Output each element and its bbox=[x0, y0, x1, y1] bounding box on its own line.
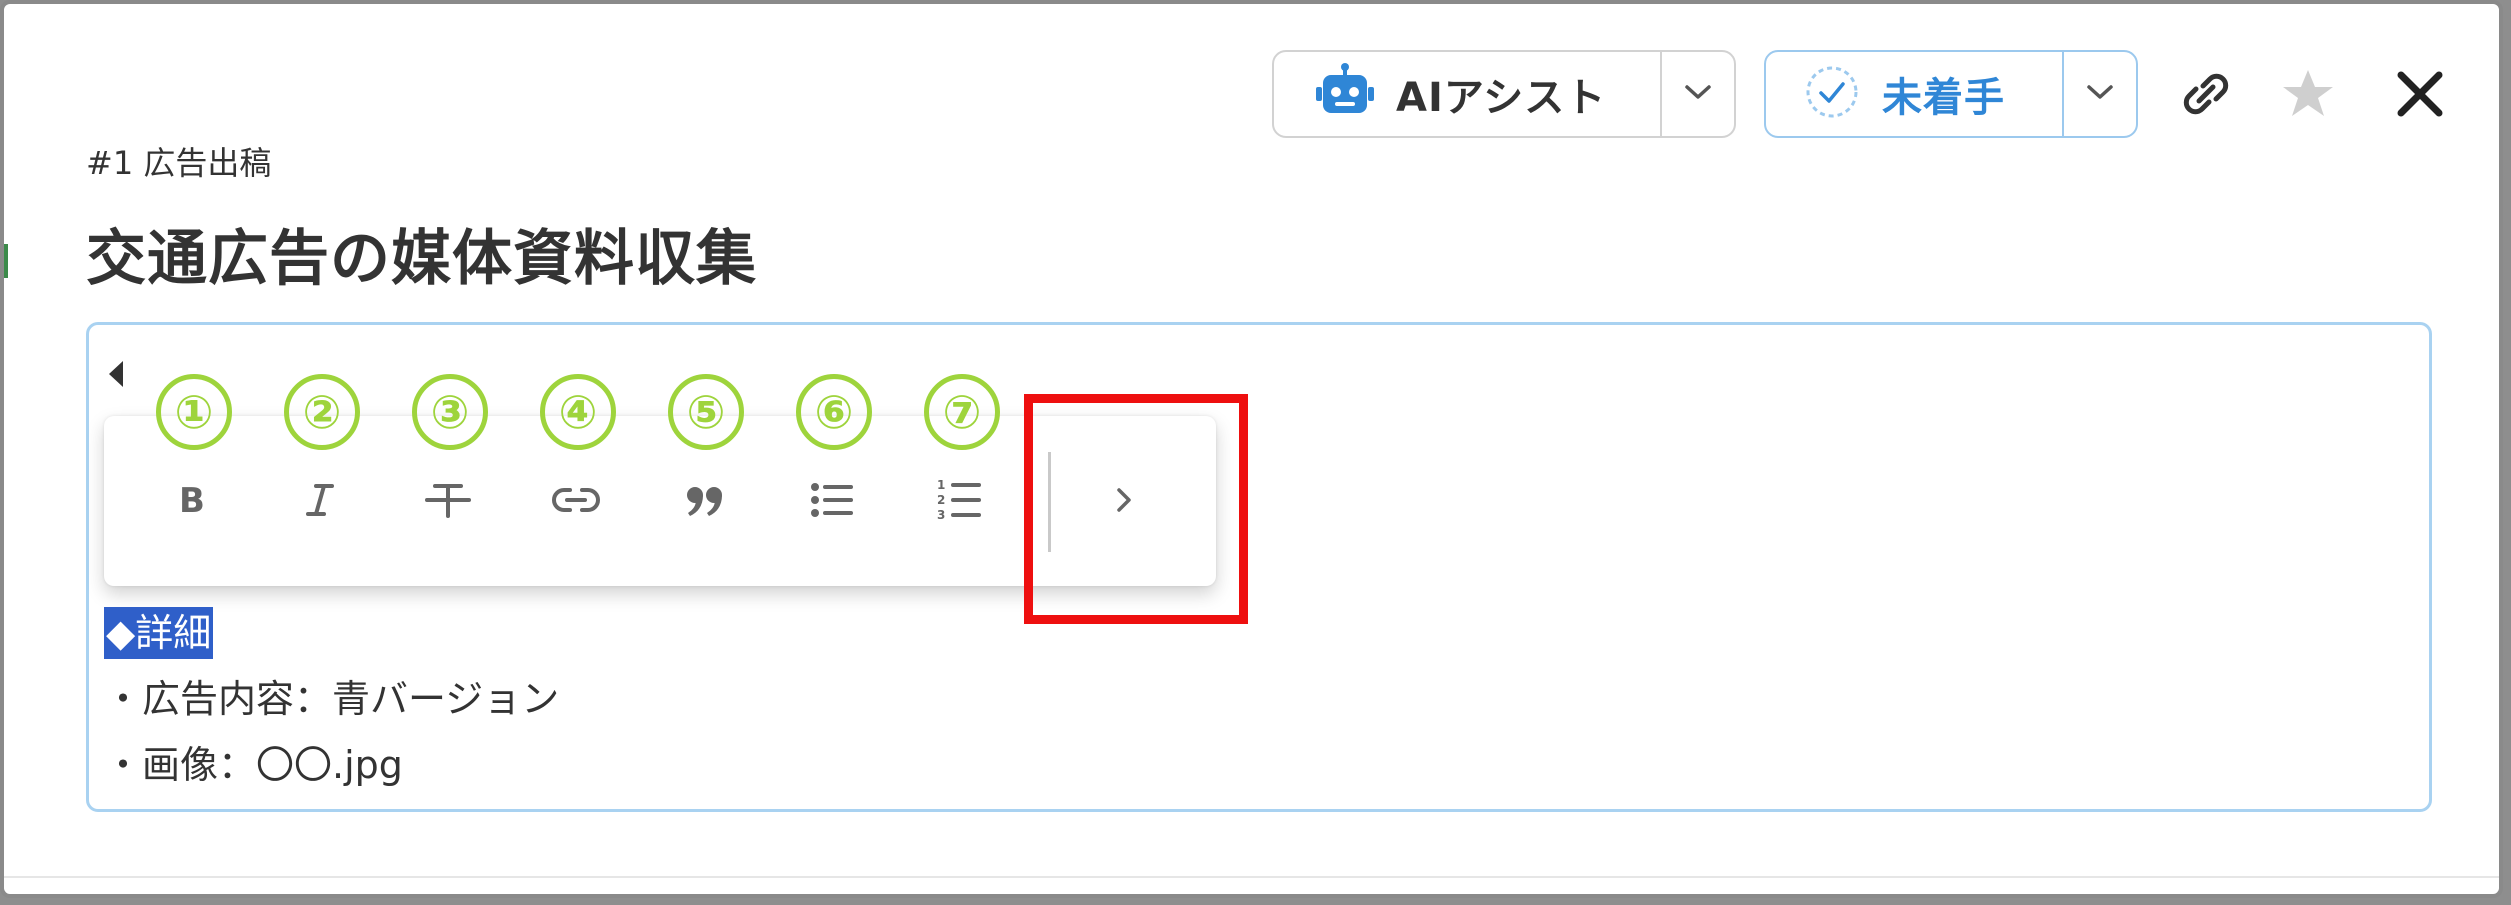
content-line: ◆詳細 bbox=[104, 600, 559, 666]
bullet-list-icon bbox=[807, 478, 857, 526]
link-icon[interactable] bbox=[2174, 62, 2238, 126]
annotation-number: ③ bbox=[412, 374, 488, 450]
status-button[interactable]: 未着手 bbox=[1766, 52, 2062, 136]
strikethrough-icon bbox=[423, 478, 473, 526]
strikethrough-button[interactable] bbox=[408, 462, 488, 542]
annotation-number: ④ bbox=[540, 374, 616, 450]
annotation-number: ② bbox=[284, 374, 360, 450]
caret-left-icon bbox=[109, 361, 123, 387]
annotation-number: ⑤ bbox=[668, 374, 744, 450]
content-line: ・広告内容：青バージョン bbox=[104, 677, 560, 721]
italic-icon bbox=[298, 478, 342, 526]
robot-icon bbox=[1314, 61, 1376, 127]
annotation-number: ① bbox=[156, 374, 232, 450]
bold-button[interactable]: B bbox=[152, 462, 232, 542]
svg-text:2: 2 bbox=[937, 493, 945, 507]
numbered-list-icon: 123 bbox=[935, 476, 985, 528]
chevron-down-icon bbox=[1683, 82, 1713, 106]
breadcrumb[interactable]: #1 広告出稿 bbox=[86, 138, 271, 184]
status-group: 未着手 bbox=[1764, 50, 2138, 138]
side-accent bbox=[4, 244, 8, 278]
chain-link-icon bbox=[550, 478, 602, 526]
ai-assist-label: AIアシスト bbox=[1396, 75, 1607, 121]
star-icon[interactable] bbox=[2276, 62, 2340, 126]
editor-content[interactable]: ◆詳細 ・広告内容：青バージョン ・画像：〇〇.jpg bbox=[104, 600, 559, 798]
ai-assist-group: AIアシスト bbox=[1272, 50, 1736, 138]
numbered-list-button[interactable]: 123 bbox=[920, 462, 1000, 542]
bullet-list-button[interactable] bbox=[792, 462, 872, 542]
content-line: ・画像：〇〇.jpg bbox=[104, 743, 403, 787]
svg-text:B: B bbox=[179, 481, 205, 521]
quote-icon bbox=[680, 478, 728, 526]
page-title[interactable]: 交通広告の媒体資料収集 bbox=[86, 210, 757, 297]
svg-text:3: 3 bbox=[937, 508, 945, 522]
italic-button[interactable] bbox=[280, 462, 360, 542]
check-circle-icon bbox=[1804, 64, 1860, 124]
svg-text:1: 1 bbox=[937, 478, 945, 492]
status-label: 未着手 bbox=[1882, 75, 2005, 121]
selected-text: ◆詳細 bbox=[104, 607, 214, 659]
annotation-number: ⑦ bbox=[924, 374, 1000, 450]
status-dropdown[interactable] bbox=[2062, 52, 2136, 136]
ai-assist-dropdown[interactable] bbox=[1660, 52, 1734, 136]
quote-button[interactable] bbox=[664, 462, 744, 542]
close-icon[interactable] bbox=[2388, 62, 2452, 126]
chevron-down-icon bbox=[2085, 82, 2115, 106]
task-modal: AIアシスト 未着手 #1 広告出稿 交通広告の媒体資料収集 B 1 2 3 ①… bbox=[0, 0, 2503, 898]
annotation-number: ⑥ bbox=[796, 374, 872, 450]
link-button[interactable] bbox=[536, 462, 616, 542]
bold-icon: B bbox=[170, 478, 214, 526]
ai-assist-button[interactable]: AIアシスト bbox=[1274, 52, 1660, 136]
highlight-box bbox=[1024, 394, 1248, 624]
footer-divider bbox=[4, 876, 2499, 878]
